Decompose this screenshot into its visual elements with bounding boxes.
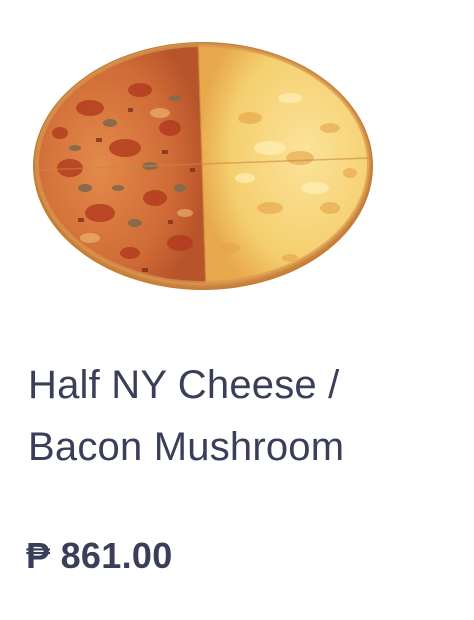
product-card[interactable]: Half NY Cheese / Bacon Mushroom ₱ 861.00 [0, 0, 474, 620]
product-price: ₱ 861.00 [26, 535, 173, 576]
pizza-image [33, 42, 373, 290]
product-name-line-1: Half NY Cheese / [28, 363, 340, 407]
product-image[interactable] [30, 38, 376, 294]
product-name[interactable]: Half NY Cheese / Bacon Mushroom [28, 354, 448, 478]
product-name-line-2: Bacon Mushroom [28, 425, 345, 469]
